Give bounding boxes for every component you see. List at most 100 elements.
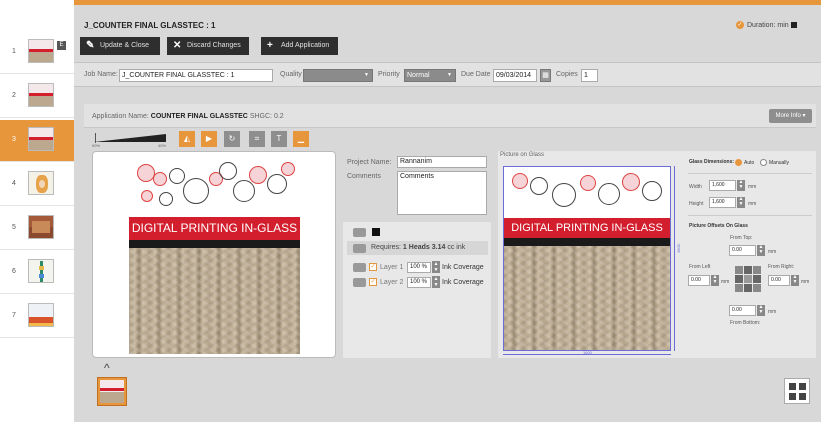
thumbnail-number: 7 — [12, 312, 16, 319]
opacity-slider[interactable] — [94, 133, 166, 143]
stepper-icon[interactable]: ▲ ▼ — [757, 245, 765, 256]
layer-checkbox[interactable]: ✓ — [369, 278, 377, 286]
thumbnail-number: 3 — [12, 136, 16, 143]
from-left-input[interactable]: 0.00 — [688, 275, 710, 286]
glass-dimensions-title: Glass Dimensions: — [689, 159, 735, 165]
ink-panel: Requires: 1 Heads 3.14 cc ink ✓ Layer 1 … — [343, 222, 491, 358]
height-input[interactable]: 1,600 — [709, 197, 736, 208]
stepper-icon[interactable]: ▲ ▼ — [737, 180, 745, 191]
job-name-label: Job Name: — [84, 71, 118, 78]
application-thumbnails-sidebar: 1 E 2 3 4 5 6 7 — [0, 0, 74, 422]
calendar-icon[interactable]: ▦ — [540, 69, 551, 82]
auto-radio[interactable] — [735, 159, 742, 166]
thumbnail-item-4[interactable]: 4 — [0, 164, 74, 206]
add-application-button[interactable]: + Add Application — [261, 37, 338, 55]
align-bottom-right-icon[interactable] — [753, 284, 761, 292]
picture-on-glass-title: Picture on Glass — [500, 152, 545, 158]
color-swatch[interactable] — [372, 228, 380, 236]
glass-banner: DIGITAL PRINTING IN-GLASS — [504, 218, 670, 239]
thumbnail-number: 2 — [12, 92, 16, 99]
crop-icon: ⌗ — [254, 134, 260, 143]
grid-icon — [799, 393, 806, 400]
stepper-icon[interactable]: ▲ ▼ — [757, 305, 765, 316]
thumbnail-image — [28, 171, 54, 195]
rotate-button[interactable]: ↻ — [224, 131, 240, 147]
height-unit: mm — [748, 201, 757, 207]
thumbnail-image — [28, 303, 54, 327]
align-top-icon[interactable] — [744, 266, 752, 274]
slider-max-label: 40% — [158, 143, 167, 148]
from-bottom-input[interactable]: 0.00 — [729, 305, 756, 316]
eye-icon[interactable] — [353, 278, 366, 287]
copies-input[interactable]: 1 — [581, 69, 598, 82]
height-dimension-line — [674, 166, 675, 351]
grid-icon — [789, 383, 796, 390]
from-right-unit: mm — [801, 279, 810, 285]
layer-percent-input[interactable]: 100 % — [407, 277, 431, 288]
crop-button[interactable]: ⌗ — [249, 131, 265, 147]
ink-coverage-label: Ink Coverage — [442, 279, 484, 286]
heads-value: 1 Heads — [402, 244, 430, 251]
update-close-button[interactable]: ✎ Update & Close — [80, 37, 160, 55]
eye-icon[interactable] — [353, 228, 366, 237]
thumbnail-item-6[interactable]: 6 — [0, 252, 74, 294]
thumbnail-item-1[interactable]: 1 E — [0, 32, 74, 74]
align-top-left-icon[interactable] — [735, 266, 743, 274]
text-button[interactable]: T — [271, 131, 287, 147]
flip-horizontal-button[interactable]: ▶ — [201, 131, 217, 147]
stepper-icon[interactable]: ▲ ▼ — [737, 197, 745, 208]
update-close-label: Update & Close — [100, 42, 150, 49]
align-left-icon[interactable] — [735, 275, 743, 283]
stepper-icon[interactable]: ▲ ▼ — [432, 276, 440, 288]
knit-texture — [129, 248, 300, 354]
align-bottom-left-icon[interactable] — [735, 284, 743, 292]
comments-textarea[interactable]: Comments — [397, 171, 487, 215]
divider — [688, 215, 812, 216]
flower-pattern — [129, 158, 300, 217]
thumbnail-image — [28, 215, 54, 239]
from-top-input[interactable]: 0.00 — [729, 245, 756, 256]
duration-indicator[interactable]: ✓ Duration: min — [736, 21, 797, 29]
knit-texture — [504, 245, 670, 350]
rotate-icon: ↻ — [228, 134, 236, 143]
priority-select[interactable]: Normal ▼ — [404, 69, 456, 82]
eye-icon[interactable] — [353, 263, 366, 272]
slider-min-label: 90% — [92, 143, 101, 148]
underline-button[interactable]: ▁ — [293, 131, 309, 147]
chevron-up-icon[interactable]: ^ — [104, 361, 110, 375]
thumbnail-item-2[interactable]: 2 — [0, 76, 74, 118]
align-bottom-icon[interactable] — [744, 284, 752, 292]
alignment-grid[interactable] — [735, 266, 763, 292]
flip-vertical-button[interactable]: ◭ — [179, 131, 195, 147]
width-dimension-label: 1600 — [583, 350, 592, 355]
project-name-input[interactable]: Rannanim — [397, 156, 487, 168]
thumbnail-number: 1 — [12, 48, 16, 55]
layout-toggle-button[interactable] — [784, 378, 810, 404]
more-info-label: More Info — [775, 113, 801, 119]
stepper-icon[interactable]: ▲ ▼ — [432, 261, 440, 273]
thumbnail-item-7[interactable]: 7 — [0, 296, 74, 338]
ink-coverage-label: Ink Coverage — [442, 264, 484, 271]
quality-select[interactable]: ▼ — [303, 69, 373, 82]
layer-checkbox[interactable]: ✓ — [369, 263, 377, 271]
job-name-input[interactable]: J_COUNTER FINAL GLASSTEC : 1 — [119, 69, 273, 82]
stepper-icon[interactable]: ▲ ▼ — [791, 275, 799, 286]
comments-label: Comments — [347, 173, 381, 180]
discard-changes-button[interactable]: ✕ Discard Changes — [167, 37, 249, 55]
layer-percent-input[interactable]: 100 % — [407, 262, 431, 273]
from-right-input[interactable]: 0.00 — [768, 275, 790, 286]
thumbnail-item-5[interactable]: 5 — [0, 208, 74, 250]
thumbnail-image — [28, 39, 54, 63]
width-input[interactable]: 1,600 — [709, 180, 736, 191]
thumbnail-item-3[interactable]: 3 — [0, 120, 74, 162]
manual-radio[interactable] — [760, 159, 767, 166]
stepper-icon[interactable]: ▲ ▼ — [711, 275, 719, 286]
due-date-input[interactable]: 09/03/2014 — [493, 69, 537, 82]
align-right-icon[interactable] — [753, 275, 761, 283]
eye-icon[interactable] — [353, 244, 366, 253]
current-application-thumbnail[interactable] — [97, 377, 127, 406]
more-info-button[interactable]: More Info ▾ — [769, 109, 812, 123]
ink-unit: cc ink — [447, 244, 466, 251]
align-top-right-icon[interactable] — [753, 266, 761, 274]
align-center-icon[interactable] — [744, 275, 752, 283]
